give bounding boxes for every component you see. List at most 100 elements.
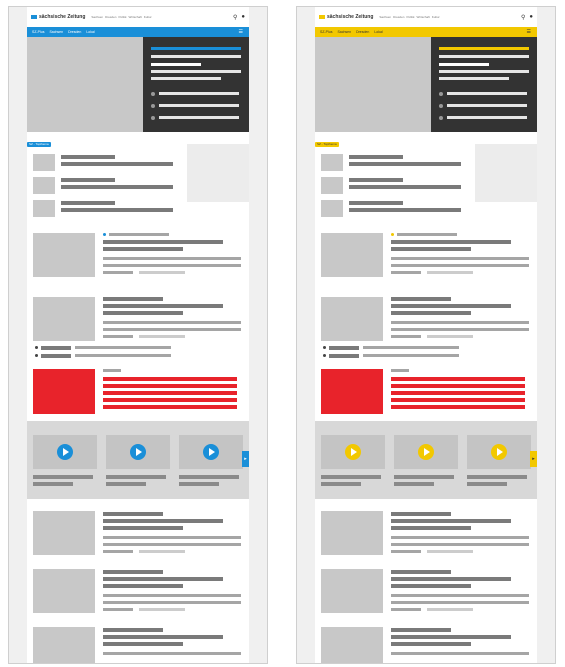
headline-line[interactable]	[103, 642, 183, 646]
video-thumb[interactable]	[467, 435, 531, 469]
article-image[interactable]	[33, 297, 95, 341]
headline-line[interactable]	[391, 635, 511, 639]
nav-item[interactable]: Kultur	[432, 15, 440, 19]
headline-line[interactable]	[391, 311, 471, 315]
section-tag[interactable]: SZ - Topthema	[27, 142, 51, 147]
subnav-item[interactable]: Dresden	[356, 30, 369, 34]
nav-item[interactable]: Politik	[406, 15, 414, 19]
article-image[interactable]	[321, 297, 383, 341]
promo-line[interactable]	[391, 391, 525, 395]
nav-item[interactable]: Dresden	[393, 15, 404, 19]
site-logo[interactable]: sächsische Zeitung	[31, 14, 85, 20]
menu-icon[interactable]: ☰	[527, 29, 531, 35]
thumbnail[interactable]	[321, 154, 343, 171]
link-line[interactable]	[75, 346, 171, 349]
thumbnail[interactable]	[33, 154, 55, 171]
headline-line[interactable]	[391, 240, 511, 244]
video-thumb[interactable]	[321, 435, 385, 469]
user-icon[interactable]: ●	[529, 14, 533, 21]
link-line[interactable]	[41, 354, 71, 358]
sidebar-link[interactable]	[159, 116, 239, 119]
headline-line[interactable]	[391, 577, 511, 581]
play-icon[interactable]	[491, 444, 507, 460]
thumbnail[interactable]	[33, 177, 55, 194]
headline-line[interactable]	[103, 635, 223, 639]
headline-line[interactable]	[349, 185, 461, 189]
headline-line[interactable]	[61, 185, 173, 189]
hero-image[interactable]	[315, 37, 431, 132]
headline-line[interactable]	[103, 584, 183, 588]
promo-line[interactable]	[103, 377, 237, 381]
promo-line[interactable]	[391, 398, 525, 402]
headline-line[interactable]	[391, 584, 471, 588]
play-icon[interactable]	[130, 444, 146, 460]
subnav-item[interactable]: Sachsen	[49, 30, 63, 34]
play-icon[interactable]	[57, 444, 73, 460]
headline-line[interactable]	[349, 162, 461, 166]
thumbnail[interactable]	[33, 200, 55, 217]
chevron-right-icon[interactable]: ▸	[242, 451, 249, 467]
promo-image[interactable]	[33, 369, 95, 414]
link-line[interactable]	[329, 354, 359, 358]
link-line[interactable]	[329, 346, 359, 350]
play-icon[interactable]	[345, 444, 361, 460]
headline-line[interactable]	[61, 208, 173, 212]
subnav-item[interactable]: Lokal	[86, 30, 94, 34]
article-image[interactable]	[33, 569, 95, 613]
article-image[interactable]	[321, 569, 383, 613]
sidebar-link[interactable]	[447, 104, 527, 107]
nav-item[interactable]: Sachsen	[91, 15, 103, 19]
headline-line[interactable]	[103, 519, 223, 523]
hero-image[interactable]	[27, 37, 143, 132]
link-line[interactable]	[75, 354, 171, 357]
sidebar-link[interactable]	[447, 92, 527, 95]
section-tag[interactable]: SZ - Topthema	[315, 142, 339, 147]
headline-line[interactable]	[61, 155, 115, 159]
subnav-item-plus[interactable]: SZ-Plus	[320, 30, 332, 34]
share-icon[interactable]	[323, 354, 326, 357]
subnav-item[interactable]: Sachsen	[337, 30, 351, 34]
headline-line[interactable]	[103, 240, 223, 244]
headline-line[interactable]	[349, 201, 403, 205]
headline-line[interactable]	[391, 304, 511, 308]
thumbnail[interactable]	[321, 200, 343, 217]
nav-item[interactable]: Sachsen	[379, 15, 391, 19]
link-line[interactable]	[363, 346, 459, 349]
search-icon[interactable]: ⚲	[233, 14, 237, 21]
headline-line[interactable]	[349, 208, 461, 212]
search-icon[interactable]: ⚲	[521, 14, 525, 21]
article-image[interactable]	[33, 627, 95, 663]
article-image[interactable]	[321, 627, 383, 663]
subnav-item[interactable]: Dresden	[68, 30, 81, 34]
share-icon[interactable]	[323, 346, 326, 349]
headline-line[interactable]	[391, 642, 471, 646]
headline-line[interactable]	[103, 577, 223, 581]
promo-image[interactable]	[321, 369, 383, 414]
video-thumb[interactable]	[33, 435, 97, 469]
promo-line[interactable]	[391, 405, 525, 409]
headline-line[interactable]	[103, 304, 223, 308]
headline-line[interactable]	[391, 519, 511, 523]
sidebar-link[interactable]	[159, 104, 239, 107]
menu-icon[interactable]: ☰	[239, 29, 243, 35]
sidebar-link[interactable]	[447, 116, 527, 119]
play-icon[interactable]	[203, 444, 219, 460]
headline-line[interactable]	[349, 155, 403, 159]
article-image[interactable]	[321, 511, 383, 555]
video-thumb[interactable]	[106, 435, 170, 469]
sidebar-link[interactable]	[159, 92, 239, 95]
user-icon[interactable]: ●	[241, 14, 245, 21]
headline-line[interactable]	[103, 526, 183, 530]
headline-line[interactable]	[61, 178, 115, 182]
link-line[interactable]	[41, 346, 71, 350]
share-icon[interactable]	[35, 346, 38, 349]
article-image[interactable]	[33, 511, 95, 555]
headline-line[interactable]	[61, 201, 115, 205]
link-line[interactable]	[363, 354, 459, 357]
thumbnail[interactable]	[321, 177, 343, 194]
headline-line[interactable]	[349, 178, 403, 182]
nav-item[interactable]: Wirtschaft	[128, 15, 141, 19]
play-icon[interactable]	[418, 444, 434, 460]
subnav-item[interactable]: Lokal	[374, 30, 382, 34]
nav-item[interactable]: Kultur	[144, 15, 152, 19]
